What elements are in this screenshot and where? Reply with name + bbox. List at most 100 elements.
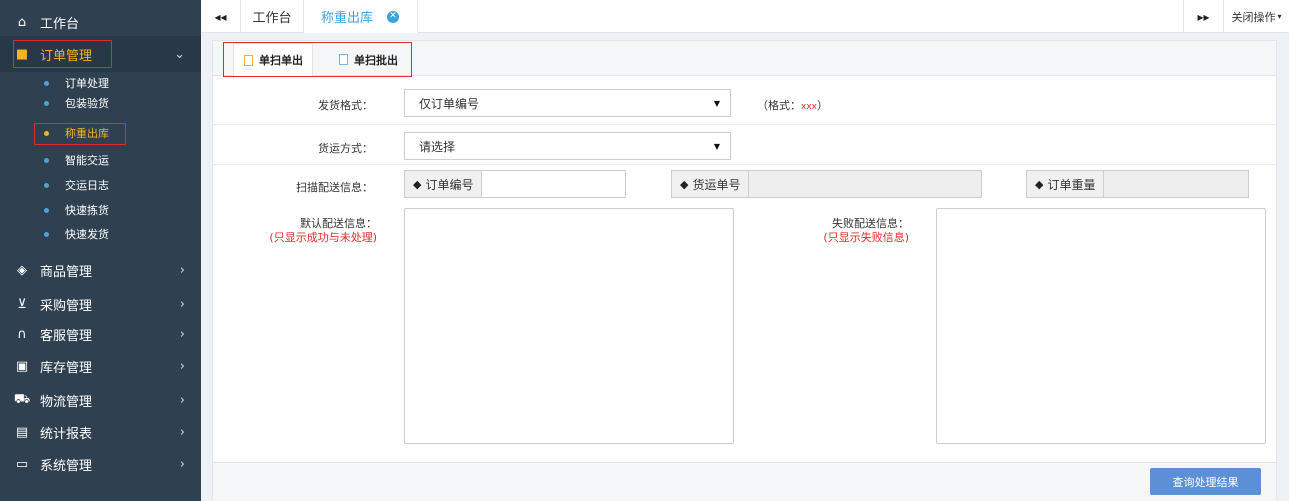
- failed-info-title: 失败配送信息：: [832, 217, 909, 230]
- ship-method-select[interactable]: 请选择 ▼: [404, 132, 731, 160]
- desktop-icon: ▭: [15, 456, 29, 472]
- sidebar-item-label: 工作台: [40, 16, 80, 32]
- bullet-icon: [44, 231, 49, 237]
- sidebar-subitem-smart-dispatch[interactable]: 智能交运: [0, 150, 201, 170]
- tab-bar: ◂◂ 工作台 称重出库 ✕ ▸▸ 关闭操作 ▾: [201, 0, 1289, 33]
- failed-info-textarea[interactable]: [936, 208, 1266, 444]
- highlight-box: [34, 123, 126, 145]
- failed-info-label: 失败配送信息： (只显示失败信息): [773, 217, 909, 245]
- sidebar-item-label: 客服管理: [40, 328, 93, 344]
- sidebar-item-customer-service[interactable]: ∩ 客服管理 ›: [0, 316, 201, 352]
- highlight-box: [13, 40, 112, 68]
- bullet-icon: [44, 157, 49, 163]
- caret-down-icon: ▾: [1277, 12, 1282, 21]
- tracking-number-group: ◆ 货运单号: [671, 170, 983, 198]
- sidebar-item-reports[interactable]: ▤ 统计报表 ›: [0, 414, 201, 450]
- panel-footer: 查询处理结果: [213, 462, 1276, 501]
- default-info-textarea[interactable]: [404, 208, 734, 444]
- sidebar-subitem-label: 快速拣货: [65, 204, 109, 217]
- chevron-right-icon: ›: [179, 424, 185, 440]
- sidebar-subitem-label: 包装验货: [65, 97, 109, 110]
- hint-example: xxx: [801, 102, 817, 112]
- bullet-icon: [44, 182, 49, 188]
- chevron-right-icon: ›: [179, 262, 185, 278]
- caret-down-icon: ▼: [713, 98, 720, 108]
- sidebar-subitem-label: 交运日志: [65, 179, 109, 192]
- cube-icon: ◈: [17, 262, 27, 278]
- cart-icon: ⊻: [17, 296, 27, 312]
- scroll-left-icon[interactable]: ◂◂: [201, 0, 241, 33]
- mode-tabs: 单扫单出 单扫批出: [213, 41, 1276, 77]
- order-number-group: ◆ 订单编号: [404, 170, 627, 198]
- ship-format-select[interactable]: 仅订单编号 ▼: [404, 89, 731, 117]
- chevron-down-icon: ⌄: [174, 46, 185, 62]
- ship-method-label: 货运方式：: [318, 142, 373, 155]
- sidebar-item-products[interactable]: ◈ 商品管理 ›: [0, 252, 201, 288]
- chevron-right-icon: ›: [179, 358, 185, 374]
- ship-method-value: 请选择: [419, 139, 456, 154]
- sidebar-subitem-packing-check[interactable]: 包装验货: [0, 93, 201, 113]
- sidebar-item-label: 物流管理: [40, 394, 93, 410]
- hint-suffix: ）: [816, 99, 828, 112]
- chevron-right-icon: ›: [179, 456, 185, 472]
- divider: [213, 164, 1276, 165]
- sidebar-subitem-quick-ship[interactable]: 快速发货: [0, 224, 201, 244]
- sidebar-item-label: 统计报表: [40, 426, 93, 442]
- home-icon: ⌂: [17, 14, 27, 30]
- default-info-label: 默认配送信息： (只显示成功与未处理): [233, 217, 377, 245]
- sidebar: ⌂ 工作台 ■ 订单管理 ⌄ 订单处理 包装验货 称重出库 智能交运 交运日志 …: [0, 0, 201, 501]
- tab-workbench[interactable]: 工作台: [241, 0, 304, 33]
- close-icon[interactable]: ✕: [387, 10, 400, 23]
- bullet-icon: [44, 207, 49, 213]
- caret-down-icon: ▼: [713, 141, 720, 151]
- order-number-addon: ◆ 订单编号: [404, 170, 483, 198]
- tracking-number-input[interactable]: [749, 170, 983, 198]
- hint-prefix: （格式：: [757, 99, 801, 112]
- sidebar-item-inventory[interactable]: ▣ 库存管理 ›: [0, 348, 201, 384]
- tab-weigh-outbound[interactable]: 称重出库 ✕: [304, 0, 418, 33]
- scroll-right-icon[interactable]: ▸▸: [1183, 0, 1223, 33]
- sidebar-subitem-label: 订单处理: [65, 77, 109, 90]
- highlight-box: [223, 42, 412, 77]
- tag-icon: ◆: [680, 177, 689, 191]
- sidebar-item-system[interactable]: ▭ 系统管理 ›: [0, 446, 201, 482]
- sidebar-item-label: 采购管理: [40, 298, 93, 314]
- chevron-right-icon: ›: [179, 296, 185, 312]
- tab-label: 称重出库: [321, 11, 374, 26]
- headphones-icon: ∩: [17, 326, 27, 342]
- query-results-button[interactable]: 查询处理结果: [1150, 468, 1261, 495]
- chevron-right-icon: ›: [179, 326, 185, 342]
- tag-icon: ◆: [1035, 177, 1044, 191]
- order-weight-group: ◆ 订单重量: [1026, 170, 1250, 198]
- bullet-icon: [44, 100, 49, 106]
- inbox-icon: ▣: [15, 358, 29, 374]
- close-operations-label: 关闭操作: [1231, 10, 1276, 24]
- divider: [213, 124, 1276, 125]
- ship-format-label: 发货格式：: [318, 99, 373, 112]
- order-weight-input[interactable]: [1104, 170, 1250, 198]
- ship-format-value: 仅订单编号: [419, 96, 480, 111]
- order-number-input[interactable]: [482, 170, 627, 198]
- order-weight-label: 订单重量: [1047, 177, 1096, 192]
- document-icon: ▤: [15, 424, 29, 440]
- sidebar-item-logistics[interactable]: ⛟ 物流管理 ›: [0, 382, 201, 418]
- failed-info-note: (只显示失败信息): [823, 231, 909, 244]
- tracking-number-label: 货运单号: [692, 177, 741, 192]
- sidebar-item-workbench[interactable]: ⌂ 工作台: [0, 4, 201, 40]
- sidebar-item-label: 商品管理: [40, 264, 93, 280]
- tracking-number-addon: ◆ 货运单号: [671, 170, 750, 198]
- order-number-label: 订单编号: [425, 177, 474, 192]
- sidebar-subitem-label: 智能交运: [65, 154, 109, 167]
- scan-info-label: 扫描配送信息：: [296, 181, 373, 194]
- truck-icon: ⛟: [13, 391, 31, 407]
- sidebar-subitem-quick-pick[interactable]: 快速拣货: [0, 200, 201, 220]
- close-operations-dropdown[interactable]: 关闭操作 ▾: [1223, 0, 1289, 33]
- ship-format-hint: （格式：xxx）: [757, 97, 828, 113]
- chevron-right-icon: ›: [179, 392, 185, 408]
- default-info-title: 默认配送信息：: [300, 217, 377, 230]
- sidebar-subitem-dispatch-log[interactable]: 交运日志: [0, 175, 201, 195]
- bullet-icon: [44, 80, 49, 86]
- sidebar-subitem-order-processing[interactable]: 订单处理: [0, 73, 201, 93]
- sidebar-item-label: 系统管理: [40, 458, 93, 474]
- tag-icon: ◆: [413, 177, 422, 191]
